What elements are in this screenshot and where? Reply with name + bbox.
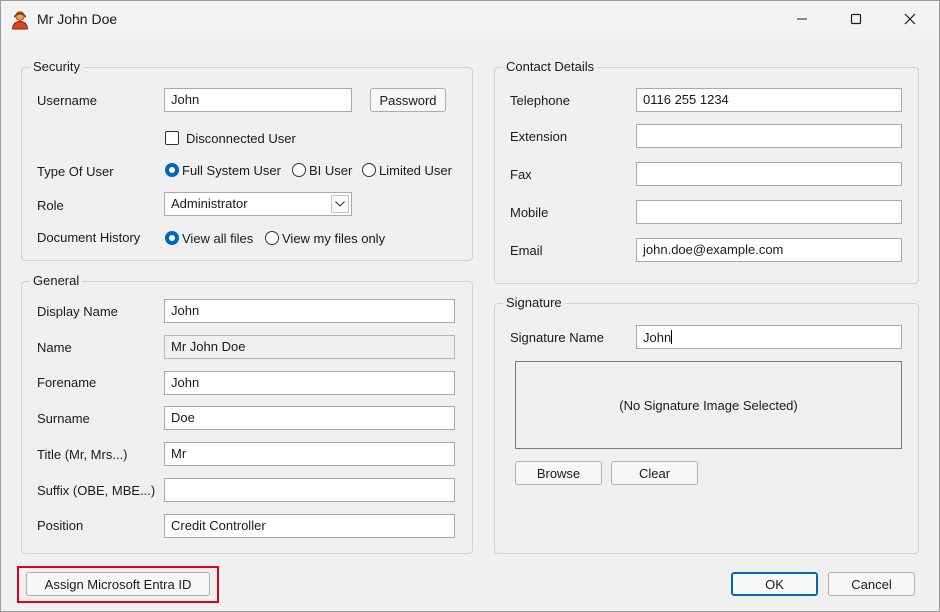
title-label: Title (Mr, Mrs...) xyxy=(37,447,128,462)
radio-view-my-files-only-label: View my files only xyxy=(282,231,386,246)
radio-full-system-user[interactable] xyxy=(165,163,179,177)
signature-name-label: Signature Name xyxy=(510,330,604,345)
suffix-input[interactable] xyxy=(164,478,455,502)
close-icon xyxy=(904,13,916,25)
radio-view-my-files-only[interactable] xyxy=(265,231,279,245)
signature-group-title: Signature xyxy=(503,295,565,310)
username-input[interactable]: John xyxy=(164,88,352,112)
telephone-label: Telephone xyxy=(510,93,570,108)
username-label: Username xyxy=(37,93,97,108)
minimize-icon xyxy=(797,18,807,20)
title-bar: Mr John Doe xyxy=(1,1,939,39)
clear-button[interactable]: Clear xyxy=(611,461,698,485)
close-button[interactable] xyxy=(887,1,933,37)
maximize-icon xyxy=(850,13,862,25)
radio-limited-user-label: Limited User xyxy=(379,163,452,178)
email-label: Email xyxy=(510,243,543,258)
display-name-label: Display Name xyxy=(37,304,118,319)
user-dialog: Mr John Doe Security Username John Passw… xyxy=(0,0,940,612)
email-input[interactable]: john.doe@example.com xyxy=(636,238,902,262)
name-input: Mr John Doe xyxy=(164,335,455,359)
radio-limited-user[interactable] xyxy=(362,163,376,177)
type-of-user-label: Type Of User xyxy=(37,164,114,179)
window-title: Mr John Doe xyxy=(37,11,118,27)
role-label: Role xyxy=(37,198,64,213)
surname-input[interactable]: Doe xyxy=(164,406,455,430)
display-name-input[interactable]: John xyxy=(164,299,455,323)
user-icon xyxy=(11,10,29,30)
forename-input[interactable]: John xyxy=(164,371,455,395)
forename-label: Forename xyxy=(37,375,97,390)
password-button[interactable]: Password xyxy=(370,88,446,112)
general-group-title: General xyxy=(30,273,83,288)
extension-input[interactable] xyxy=(636,124,902,148)
role-select-value: Administrator xyxy=(171,196,248,211)
cancel-button[interactable]: Cancel xyxy=(828,572,915,596)
security-group-title: Security xyxy=(30,59,83,74)
radio-full-system-user-label: Full System User xyxy=(182,163,281,178)
signature-name-input[interactable]: John xyxy=(636,325,902,349)
disconnected-user-label: Disconnected User xyxy=(186,131,296,146)
signature-image-placeholder: (No Signature Image Selected) xyxy=(619,397,798,413)
title-input[interactable]: Mr xyxy=(164,442,455,466)
assign-microsoft-entra-id-button[interactable]: Assign Microsoft Entra ID xyxy=(26,572,210,596)
radio-bi-user[interactable] xyxy=(292,163,306,177)
role-select[interactable]: Administrator xyxy=(164,192,352,216)
extension-label: Extension xyxy=(510,129,568,144)
name-label: Name xyxy=(37,340,72,355)
surname-label: Surname xyxy=(37,411,90,426)
mobile-input[interactable] xyxy=(636,200,902,224)
fax-label: Fax xyxy=(510,167,532,182)
minimize-button[interactable] xyxy=(779,1,825,37)
telephone-input[interactable]: 0116 255 1234 xyxy=(636,88,902,112)
browse-button[interactable]: Browse xyxy=(515,461,602,485)
signature-image-area[interactable]: (No Signature Image Selected) xyxy=(515,361,902,449)
radio-view-all-files[interactable] xyxy=(165,231,179,245)
radio-bi-user-label: BI User xyxy=(309,163,353,178)
disconnected-user-checkbox[interactable] xyxy=(165,131,179,145)
mobile-label: Mobile xyxy=(510,205,549,220)
maximize-button[interactable] xyxy=(833,1,879,37)
document-history-label: Document History xyxy=(37,230,141,245)
position-input[interactable]: Credit Controller xyxy=(164,514,455,538)
radio-view-all-files-label: View all files xyxy=(182,231,254,246)
fax-input[interactable] xyxy=(636,162,902,186)
ok-button[interactable]: OK xyxy=(731,572,818,596)
chevron-down-icon[interactable] xyxy=(331,195,349,213)
contact-details-group-title: Contact Details xyxy=(503,59,598,74)
suffix-label: Suffix (OBE, MBE...) xyxy=(37,483,156,498)
position-label: Position xyxy=(37,518,84,533)
